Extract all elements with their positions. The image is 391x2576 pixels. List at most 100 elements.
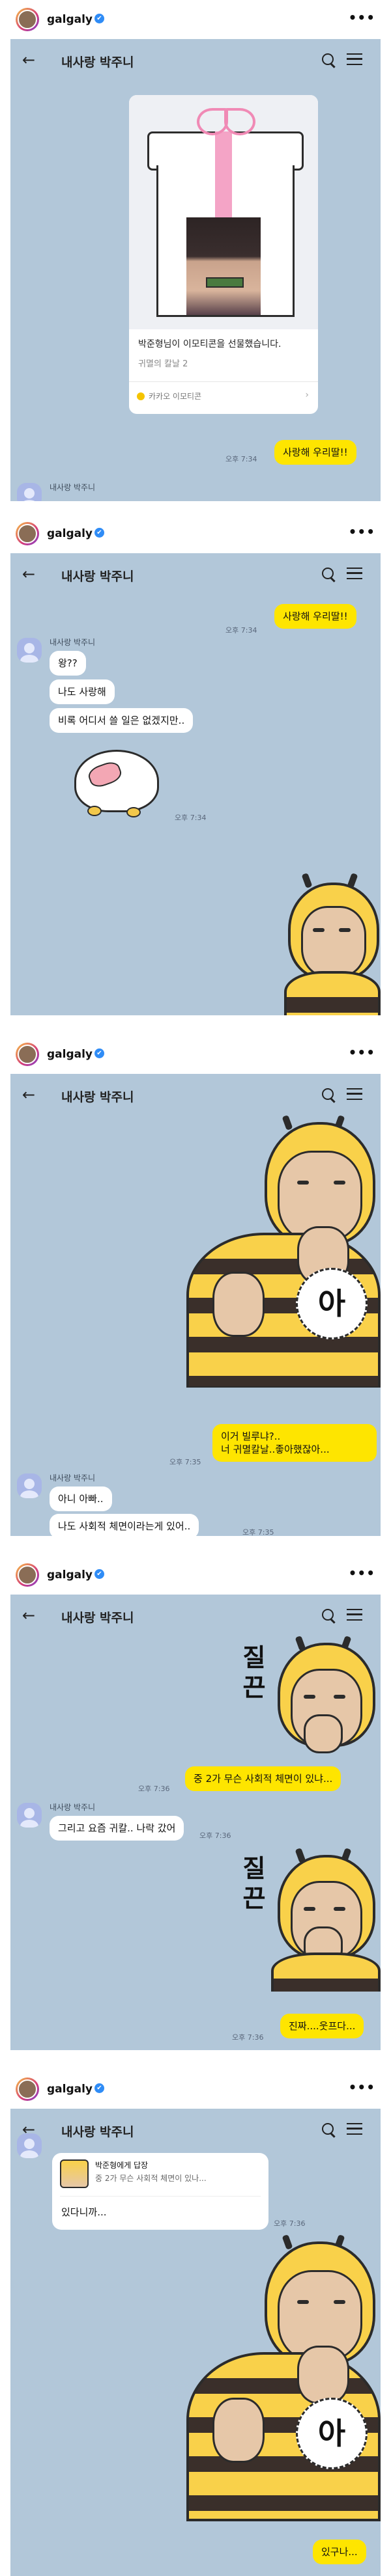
quoted-sticker-thumbnail [60, 2159, 89, 2188]
message-time: 오후 7:36 [274, 2219, 306, 2228]
avatar[interactable] [16, 8, 39, 31]
quoted-message: 중 2가 무슨 사회적 체면이 있나... [95, 2174, 207, 2183]
post-1: galgaly ✔ ••• ← 내사랑 박주니 박준형님이 이모티콘을 선물했습… [0, 0, 391, 514]
kakao-emoticon-icon [137, 392, 145, 400]
message-bubble-other: 왕?? [50, 651, 86, 676]
jilggeun-sticker-text: 질끈 [242, 1854, 266, 1913]
chat-top-bar: ← 내사랑 박주니 [10, 1074, 381, 1116]
bee-sticker [284, 873, 381, 1015]
message-line-2: 너 귀멸칼날..좋아했잖아... [221, 1444, 330, 1455]
menu-icon[interactable] [347, 568, 362, 579]
chat-top-bar: ← 내사랑 박주니 [10, 553, 381, 595]
back-arrow-icon[interactable]: ← [22, 1086, 35, 1104]
message-time: 오후 7:35 [169, 1458, 201, 1466]
username[interactable]: galgaly [47, 13, 93, 26]
gift-card[interactable]: 박준형님이 이모티콘을 선물했습니다. 귀멸의 칼날 2 카카오 이모티콘 › [129, 95, 318, 414]
search-icon[interactable] [322, 1088, 334, 1100]
post-header: galgaly ✔ ••• [0, 0, 391, 39]
avatar[interactable] [16, 1043, 39, 1066]
verified-badge-icon: ✔ [94, 1048, 104, 1058]
reply-target-name: 박준형에게 답장 [95, 2161, 149, 2170]
more-options-icon[interactable]: ••• [349, 10, 375, 25]
search-icon[interactable] [322, 1609, 334, 1621]
sender-name: 내사랑 박주니 [50, 483, 96, 492]
verified-badge-icon: ✔ [94, 2083, 104, 2093]
contact-avatar[interactable] [17, 483, 42, 501]
message-bubble-other: 나도 사회적 체면이라는게 있어.. [50, 1514, 199, 1536]
post-header: galgaly ✔ ••• [0, 2070, 391, 2109]
chat-top-bar: ← 내사랑 박주니 [10, 39, 381, 81]
chat-room-title: 내사랑 박주니 [61, 569, 134, 584]
reply-message: 있다니까... [61, 2206, 107, 2218]
chat-top-bar: ← 내사랑 박주니 [10, 1595, 381, 1636]
username[interactable]: galgaly [47, 527, 93, 540]
chat-screenshot: ← 내사랑 박주니 박준형님이 이모티콘을 선물했습니다. 귀멸의 칼날 2 카… [10, 39, 381, 501]
message-line-1: 이거 빌루냐?.. [221, 1431, 281, 1442]
chat-screenshot: ← 내사랑 박주니 질끈 중 2가 무슨 사회적 체면이 있냐... 오후 7:… [10, 1595, 381, 2050]
message-bubble-mine: 중 2가 무슨 사회적 체면이 있냐... [185, 1766, 341, 1791]
menu-icon[interactable] [347, 1088, 362, 1100]
seal-sticker [74, 750, 166, 821]
sender-name: 내사랑 박주니 [50, 1473, 96, 1483]
more-options-icon[interactable]: ••• [349, 524, 375, 540]
more-options-icon[interactable]: ••• [349, 2079, 375, 2095]
back-arrow-icon[interactable]: ← [22, 1606, 35, 1624]
reply-quote-bubble[interactable]: 박준형에게 답장 중 2가 무슨 사회적 체면이 있나... 있다니까... [52, 2153, 268, 2230]
menu-icon[interactable] [347, 53, 362, 65]
bee-sticker [271, 1636, 381, 1760]
avatar[interactable] [16, 1563, 39, 1587]
back-arrow-icon[interactable]: ← [22, 51, 35, 69]
username[interactable]: galgaly [47, 1048, 93, 1061]
chat-screenshot: ← 내사랑 박주니 사랑해 우리딸!! 오후 7:34 내사랑 박주니 왕?? … [10, 553, 381, 1015]
post-2: galgaly ✔ ••• ← 내사랑 박주니 사랑해 우리딸!! 오후 7:3… [0, 514, 391, 1035]
more-options-icon[interactable]: ••• [349, 1565, 375, 1581]
post-header: galgaly ✔ ••• [0, 1035, 391, 1074]
gift-title: 귀멸의 칼날 2 [138, 359, 188, 369]
message-bubble-other: 아니 아빠.. [50, 1487, 112, 1511]
contact-avatar[interactable] [17, 2133, 42, 2158]
gift-message: 박준형님이 이모티콘을 선물했습니다. [138, 339, 282, 349]
post-header: galgaly ✔ ••• [0, 514, 391, 553]
avatar[interactable] [16, 2077, 39, 2101]
username[interactable]: galgaly [47, 1569, 93, 1582]
chat-screenshot: ← 내사랑 박주니 아 이거 빌루냐?.. 너 귀멸칼날..좋아했잖아... 오… [10, 1074, 381, 1536]
menu-icon[interactable] [347, 2123, 362, 2135]
emoticon-preview-image [186, 217, 261, 315]
message-time: 오후 7:35 [242, 1528, 274, 1536]
message-time: 오후 7:36 [199, 1831, 231, 1840]
username[interactable]: galgaly [47, 2083, 93, 2096]
ah-sticker-burst: 아 [296, 1268, 368, 1339]
post-4: galgaly ✔ ••• ← 내사랑 박주니 질끈 중 2가 무슨 사회적 체… [0, 1555, 391, 2070]
message-bubble-mine: 사랑해 우리딸!! [274, 604, 356, 629]
post-3: galgaly ✔ ••• ← 내사랑 박주니 아 이거 빌루냐?.. 너 귀멸… [0, 1035, 391, 1555]
gift-footer[interactable]: 카카오 이모티콘 › [129, 381, 318, 414]
message-time: 오후 7:34 [225, 455, 257, 463]
chevron-right-icon: › [305, 390, 309, 400]
jilggeun-sticker-text: 질끈 [242, 1643, 266, 1702]
verified-badge-icon: ✔ [94, 1569, 104, 1579]
chat-screenshot: ← 내사랑 박주니 박준형에게 답장 중 2가 무슨 사회적 체면이 있나...… [10, 2109, 381, 2576]
search-icon[interactable] [322, 568, 334, 579]
search-icon[interactable] [322, 2123, 334, 2135]
back-arrow-icon[interactable]: ← [22, 565, 35, 583]
message-time: 오후 7:36 [138, 1785, 170, 1793]
sender-name: 내사랑 박주니 [50, 1803, 96, 1812]
ah-sticker-burst: 아 [296, 2398, 368, 2469]
message-time: 오후 7:34 [225, 626, 257, 635]
chat-room-title: 내사랑 박주니 [61, 1090, 134, 1104]
gift-footer-label: 카카오 이모티콘 [149, 392, 202, 401]
verified-badge-icon: ✔ [94, 528, 104, 538]
contact-avatar[interactable] [17, 638, 42, 663]
contact-avatar[interactable] [17, 1473, 42, 1498]
message-time: 오후 7:34 [175, 814, 207, 822]
search-icon[interactable] [322, 53, 334, 65]
bee-sticker: 아 [186, 2235, 381, 2521]
more-options-icon[interactable]: ••• [349, 1045, 375, 1060]
bee-sticker [271, 1848, 381, 1992]
menu-icon[interactable] [347, 1609, 362, 1621]
avatar[interactable] [16, 522, 39, 545]
message-bubble-mine: 진짜....웃프다... [280, 2014, 364, 2038]
post-header: galgaly ✔ ••• [0, 1555, 391, 1595]
contact-avatar[interactable] [17, 1803, 42, 1828]
sender-name: 내사랑 박주니 [50, 638, 96, 647]
